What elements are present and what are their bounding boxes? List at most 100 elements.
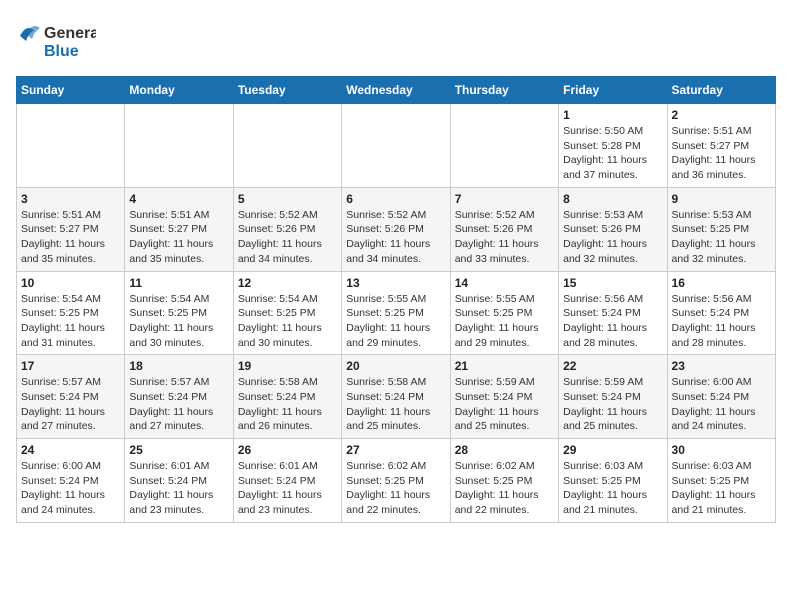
day-cell-11: 11 Sunrise: 5:54 AM Sunset: 5:25 PM Dayli… <box>125 271 233 355</box>
day-info: Sunrise: 6:00 AM Sunset: 5:24 PM Dayligh… <box>21 459 120 518</box>
empty-cell <box>125 104 233 188</box>
day-info: Sunrise: 5:51 AM Sunset: 5:27 PM Dayligh… <box>129 208 228 267</box>
day-info: Sunrise: 5:52 AM Sunset: 5:26 PM Dayligh… <box>455 208 554 267</box>
day-number: 9 <box>672 192 771 206</box>
day-cell-5: 5 Sunrise: 5:52 AM Sunset: 5:26 PM Daylig… <box>233 187 341 271</box>
day-cell-26: 26 Sunrise: 6:01 AM Sunset: 5:24 PM Dayli… <box>233 439 341 523</box>
day-info: Sunrise: 5:51 AM Sunset: 5:27 PM Dayligh… <box>672 124 771 183</box>
day-number: 3 <box>21 192 120 206</box>
day-info: Sunrise: 5:52 AM Sunset: 5:26 PM Dayligh… <box>346 208 445 267</box>
day-number: 2 <box>672 108 771 122</box>
day-cell-15: 15 Sunrise: 5:56 AM Sunset: 5:24 PM Dayli… <box>559 271 667 355</box>
day-number: 5 <box>238 192 337 206</box>
day-info: Sunrise: 5:52 AM Sunset: 5:26 PM Dayligh… <box>238 208 337 267</box>
day-number: 15 <box>563 276 662 290</box>
day-info: Sunrise: 5:51 AM Sunset: 5:27 PM Dayligh… <box>21 208 120 267</box>
day-number: 11 <box>129 276 228 290</box>
day-number: 17 <box>21 359 120 373</box>
day-info: Sunrise: 5:54 AM Sunset: 5:25 PM Dayligh… <box>129 292 228 351</box>
day-cell-12: 12 Sunrise: 5:54 AM Sunset: 5:25 PM Dayli… <box>233 271 341 355</box>
day-cell-7: 7 Sunrise: 5:52 AM Sunset: 5:26 PM Daylig… <box>450 187 558 271</box>
weekday-header-monday: Monday <box>125 77 233 104</box>
week-row-5: 24 Sunrise: 6:00 AM Sunset: 5:24 PM Dayli… <box>17 439 776 523</box>
svg-text:Blue: Blue <box>44 43 79 60</box>
day-cell-1: 1 Sunrise: 5:50 AM Sunset: 5:28 PM Daylig… <box>559 104 667 188</box>
empty-cell <box>233 104 341 188</box>
day-info: Sunrise: 5:55 AM Sunset: 5:25 PM Dayligh… <box>455 292 554 351</box>
day-number: 14 <box>455 276 554 290</box>
day-cell-16: 16 Sunrise: 5:56 AM Sunset: 5:24 PM Dayli… <box>667 271 775 355</box>
day-cell-9: 9 Sunrise: 5:53 AM Sunset: 5:25 PM Daylig… <box>667 187 775 271</box>
day-number: 23 <box>672 359 771 373</box>
day-cell-27: 27 Sunrise: 6:02 AM Sunset: 5:25 PM Dayli… <box>342 439 450 523</box>
day-cell-13: 13Sunrise: 5:55 AM Sunset: 5:25 PM Dayli… <box>342 271 450 355</box>
week-row-1: 1 Sunrise: 5:50 AM Sunset: 5:28 PM Daylig… <box>17 104 776 188</box>
day-info: Sunrise: 5:56 AM Sunset: 5:24 PM Dayligh… <box>563 292 662 351</box>
day-info: Sunrise: 6:01 AM Sunset: 5:24 PM Dayligh… <box>238 459 337 518</box>
day-info: Sunrise: 5:59 AM Sunset: 5:24 PM Dayligh… <box>455 375 554 434</box>
day-cell-18: 18Sunrise: 5:57 AM Sunset: 5:24 PM Dayli… <box>125 355 233 439</box>
day-number: 12 <box>238 276 337 290</box>
day-info: Sunrise: 6:01 AM Sunset: 5:24 PM Dayligh… <box>129 459 228 518</box>
day-cell-14: 14 Sunrise: 5:55 AM Sunset: 5:25 PM Dayli… <box>450 271 558 355</box>
day-info: Sunrise: 5:58 AM Sunset: 5:24 PM Dayligh… <box>346 375 445 434</box>
day-cell-28: 28Sunrise: 6:02 AM Sunset: 5:25 PM Dayli… <box>450 439 558 523</box>
day-cell-30: 30 Sunrise: 6:03 AM Sunset: 5:25 PM Dayli… <box>667 439 775 523</box>
day-number: 19 <box>238 359 337 373</box>
weekday-header-tuesday: Tuesday <box>233 77 341 104</box>
day-number: 6 <box>346 192 445 206</box>
day-cell-25: 25 Sunrise: 6:01 AM Sunset: 5:24 PM Dayli… <box>125 439 233 523</box>
weekday-header-thursday: Thursday <box>450 77 558 104</box>
day-cell-24: 24 Sunrise: 6:00 AM Sunset: 5:24 PM Dayli… <box>17 439 125 523</box>
empty-cell <box>450 104 558 188</box>
day-info: Sunrise: 5:53 AM Sunset: 5:26 PM Dayligh… <box>563 208 662 267</box>
week-row-3: 10Sunrise: 5:54 AM Sunset: 5:25 PM Dayli… <box>17 271 776 355</box>
day-number: 28 <box>455 443 554 457</box>
day-cell-21: 21 Sunrise: 5:59 AM Sunset: 5:24 PM Dayli… <box>450 355 558 439</box>
day-cell-6: 6 Sunrise: 5:52 AM Sunset: 5:26 PM Daylig… <box>342 187 450 271</box>
weekday-header-friday: Friday <box>559 77 667 104</box>
week-row-2: 3 Sunrise: 5:51 AM Sunset: 5:27 PM Daylig… <box>17 187 776 271</box>
day-cell-19: 19 Sunrise: 5:58 AM Sunset: 5:24 PM Dayli… <box>233 355 341 439</box>
day-cell-4: 4Sunrise: 5:51 AM Sunset: 5:27 PM Daylig… <box>125 187 233 271</box>
page-header: GeneralBlue <box>16 16 776 66</box>
day-info: Sunrise: 5:54 AM Sunset: 5:25 PM Dayligh… <box>238 292 337 351</box>
day-info: Sunrise: 5:54 AM Sunset: 5:25 PM Dayligh… <box>21 292 120 351</box>
day-number: 30 <box>672 443 771 457</box>
day-cell-23: 23Sunrise: 6:00 AM Sunset: 5:24 PM Dayli… <box>667 355 775 439</box>
day-info: Sunrise: 5:50 AM Sunset: 5:28 PM Dayligh… <box>563 124 662 183</box>
day-info: Sunrise: 6:02 AM Sunset: 5:25 PM Dayligh… <box>346 459 445 518</box>
day-info: Sunrise: 5:59 AM Sunset: 5:24 PM Dayligh… <box>563 375 662 434</box>
day-info: Sunrise: 5:53 AM Sunset: 5:25 PM Dayligh… <box>672 208 771 267</box>
day-number: 24 <box>21 443 120 457</box>
day-number: 27 <box>346 443 445 457</box>
weekday-header-wednesday: Wednesday <box>342 77 450 104</box>
day-number: 25 <box>129 443 228 457</box>
day-info: Sunrise: 5:57 AM Sunset: 5:24 PM Dayligh… <box>21 375 120 434</box>
calendar-table: SundayMondayTuesdayWednesdayThursdayFrid… <box>16 76 776 523</box>
day-number: 22 <box>563 359 662 373</box>
week-row-4: 17 Sunrise: 5:57 AM Sunset: 5:24 PM Dayli… <box>17 355 776 439</box>
day-info: Sunrise: 6:03 AM Sunset: 5:25 PM Dayligh… <box>563 459 662 518</box>
day-cell-10: 10Sunrise: 5:54 AM Sunset: 5:25 PM Dayli… <box>17 271 125 355</box>
day-number: 16 <box>672 276 771 290</box>
weekday-header-row: SundayMondayTuesdayWednesdayThursdayFrid… <box>17 77 776 104</box>
day-info: Sunrise: 5:56 AM Sunset: 5:24 PM Dayligh… <box>672 292 771 351</box>
day-number: 7 <box>455 192 554 206</box>
day-number: 26 <box>238 443 337 457</box>
logo: GeneralBlue <box>16 16 96 66</box>
day-number: 13 <box>346 276 445 290</box>
logo-svg: GeneralBlue <box>16 16 96 66</box>
day-cell-22: 22 Sunrise: 5:59 AM Sunset: 5:24 PM Dayli… <box>559 355 667 439</box>
day-number: 29 <box>563 443 662 457</box>
day-number: 21 <box>455 359 554 373</box>
day-number: 1 <box>563 108 662 122</box>
day-number: 20 <box>346 359 445 373</box>
weekday-header-sunday: Sunday <box>17 77 125 104</box>
empty-cell <box>17 104 125 188</box>
day-cell-3: 3 Sunrise: 5:51 AM Sunset: 5:27 PM Daylig… <box>17 187 125 271</box>
day-cell-20: 20 Sunrise: 5:58 AM Sunset: 5:24 PM Dayli… <box>342 355 450 439</box>
day-info: Sunrise: 5:58 AM Sunset: 5:24 PM Dayligh… <box>238 375 337 434</box>
day-info: Sunrise: 6:03 AM Sunset: 5:25 PM Dayligh… <box>672 459 771 518</box>
day-cell-2: 2 Sunrise: 5:51 AM Sunset: 5:27 PM Daylig… <box>667 104 775 188</box>
